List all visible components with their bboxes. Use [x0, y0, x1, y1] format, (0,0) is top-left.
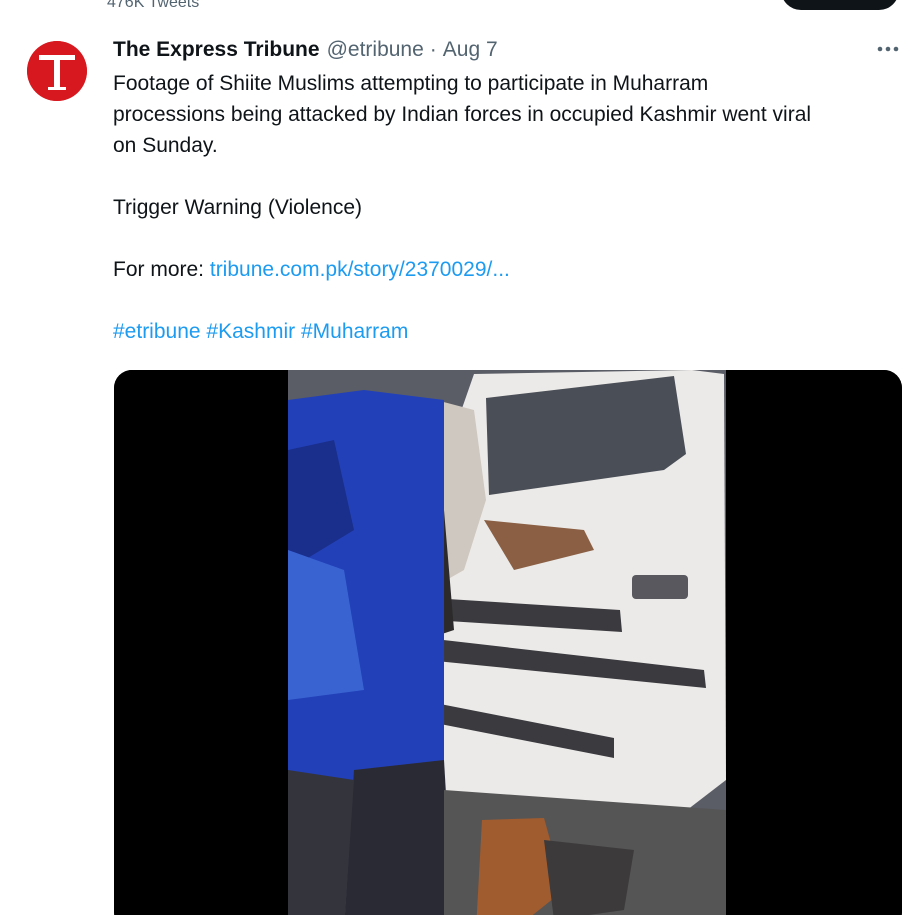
author-handle[interactable]: @etribune — [327, 38, 424, 62]
video-frame — [114, 370, 902, 915]
more-options-button[interactable] — [872, 36, 904, 62]
hashtags: #etribune #Kashmir #Muharram — [113, 316, 913, 347]
video-player[interactable] — [114, 370, 902, 915]
profile-header-strip: 476K Tweets — [0, 0, 924, 22]
tweet-count: 476K Tweets — [107, 0, 200, 11]
tweet-header: The Express Tribune @etribune · Aug 7 — [113, 37, 498, 63]
trigger-warning: Trigger Warning (Violence) — [113, 196, 362, 219]
tweet-body-line: Footage of Shiite Muslims attempting to … — [113, 72, 709, 95]
more-horizontal-icon — [877, 46, 899, 52]
tweet-body-line: processions being attacked by Indian for… — [113, 103, 812, 126]
tweet-text: Footage of Shiite Muslims attempting to … — [113, 68, 913, 347]
author-name[interactable]: The Express Tribune — [113, 38, 320, 62]
avatar[interactable] — [27, 41, 87, 101]
for-more-line: For more: tribune.com.pk/story/2370029/.… — [113, 254, 913, 285]
hashtag-kashmir[interactable]: #Kashmir — [206, 320, 295, 343]
story-link[interactable]: tribune.com.pk/story/2370029/... — [210, 258, 510, 281]
tweet-date[interactable]: Aug 7 — [443, 38, 498, 62]
tribune-logo-icon — [27, 41, 87, 101]
tweet-body-line: on Sunday. — [113, 134, 218, 157]
header-separator: · — [429, 38, 437, 61]
for-more-label: For more: — [113, 258, 210, 281]
hashtag-etribune[interactable]: #etribune — [113, 320, 201, 343]
header-action-button[interactable] — [781, 0, 899, 10]
hashtag-muharram[interactable]: #Muharram — [301, 320, 408, 343]
